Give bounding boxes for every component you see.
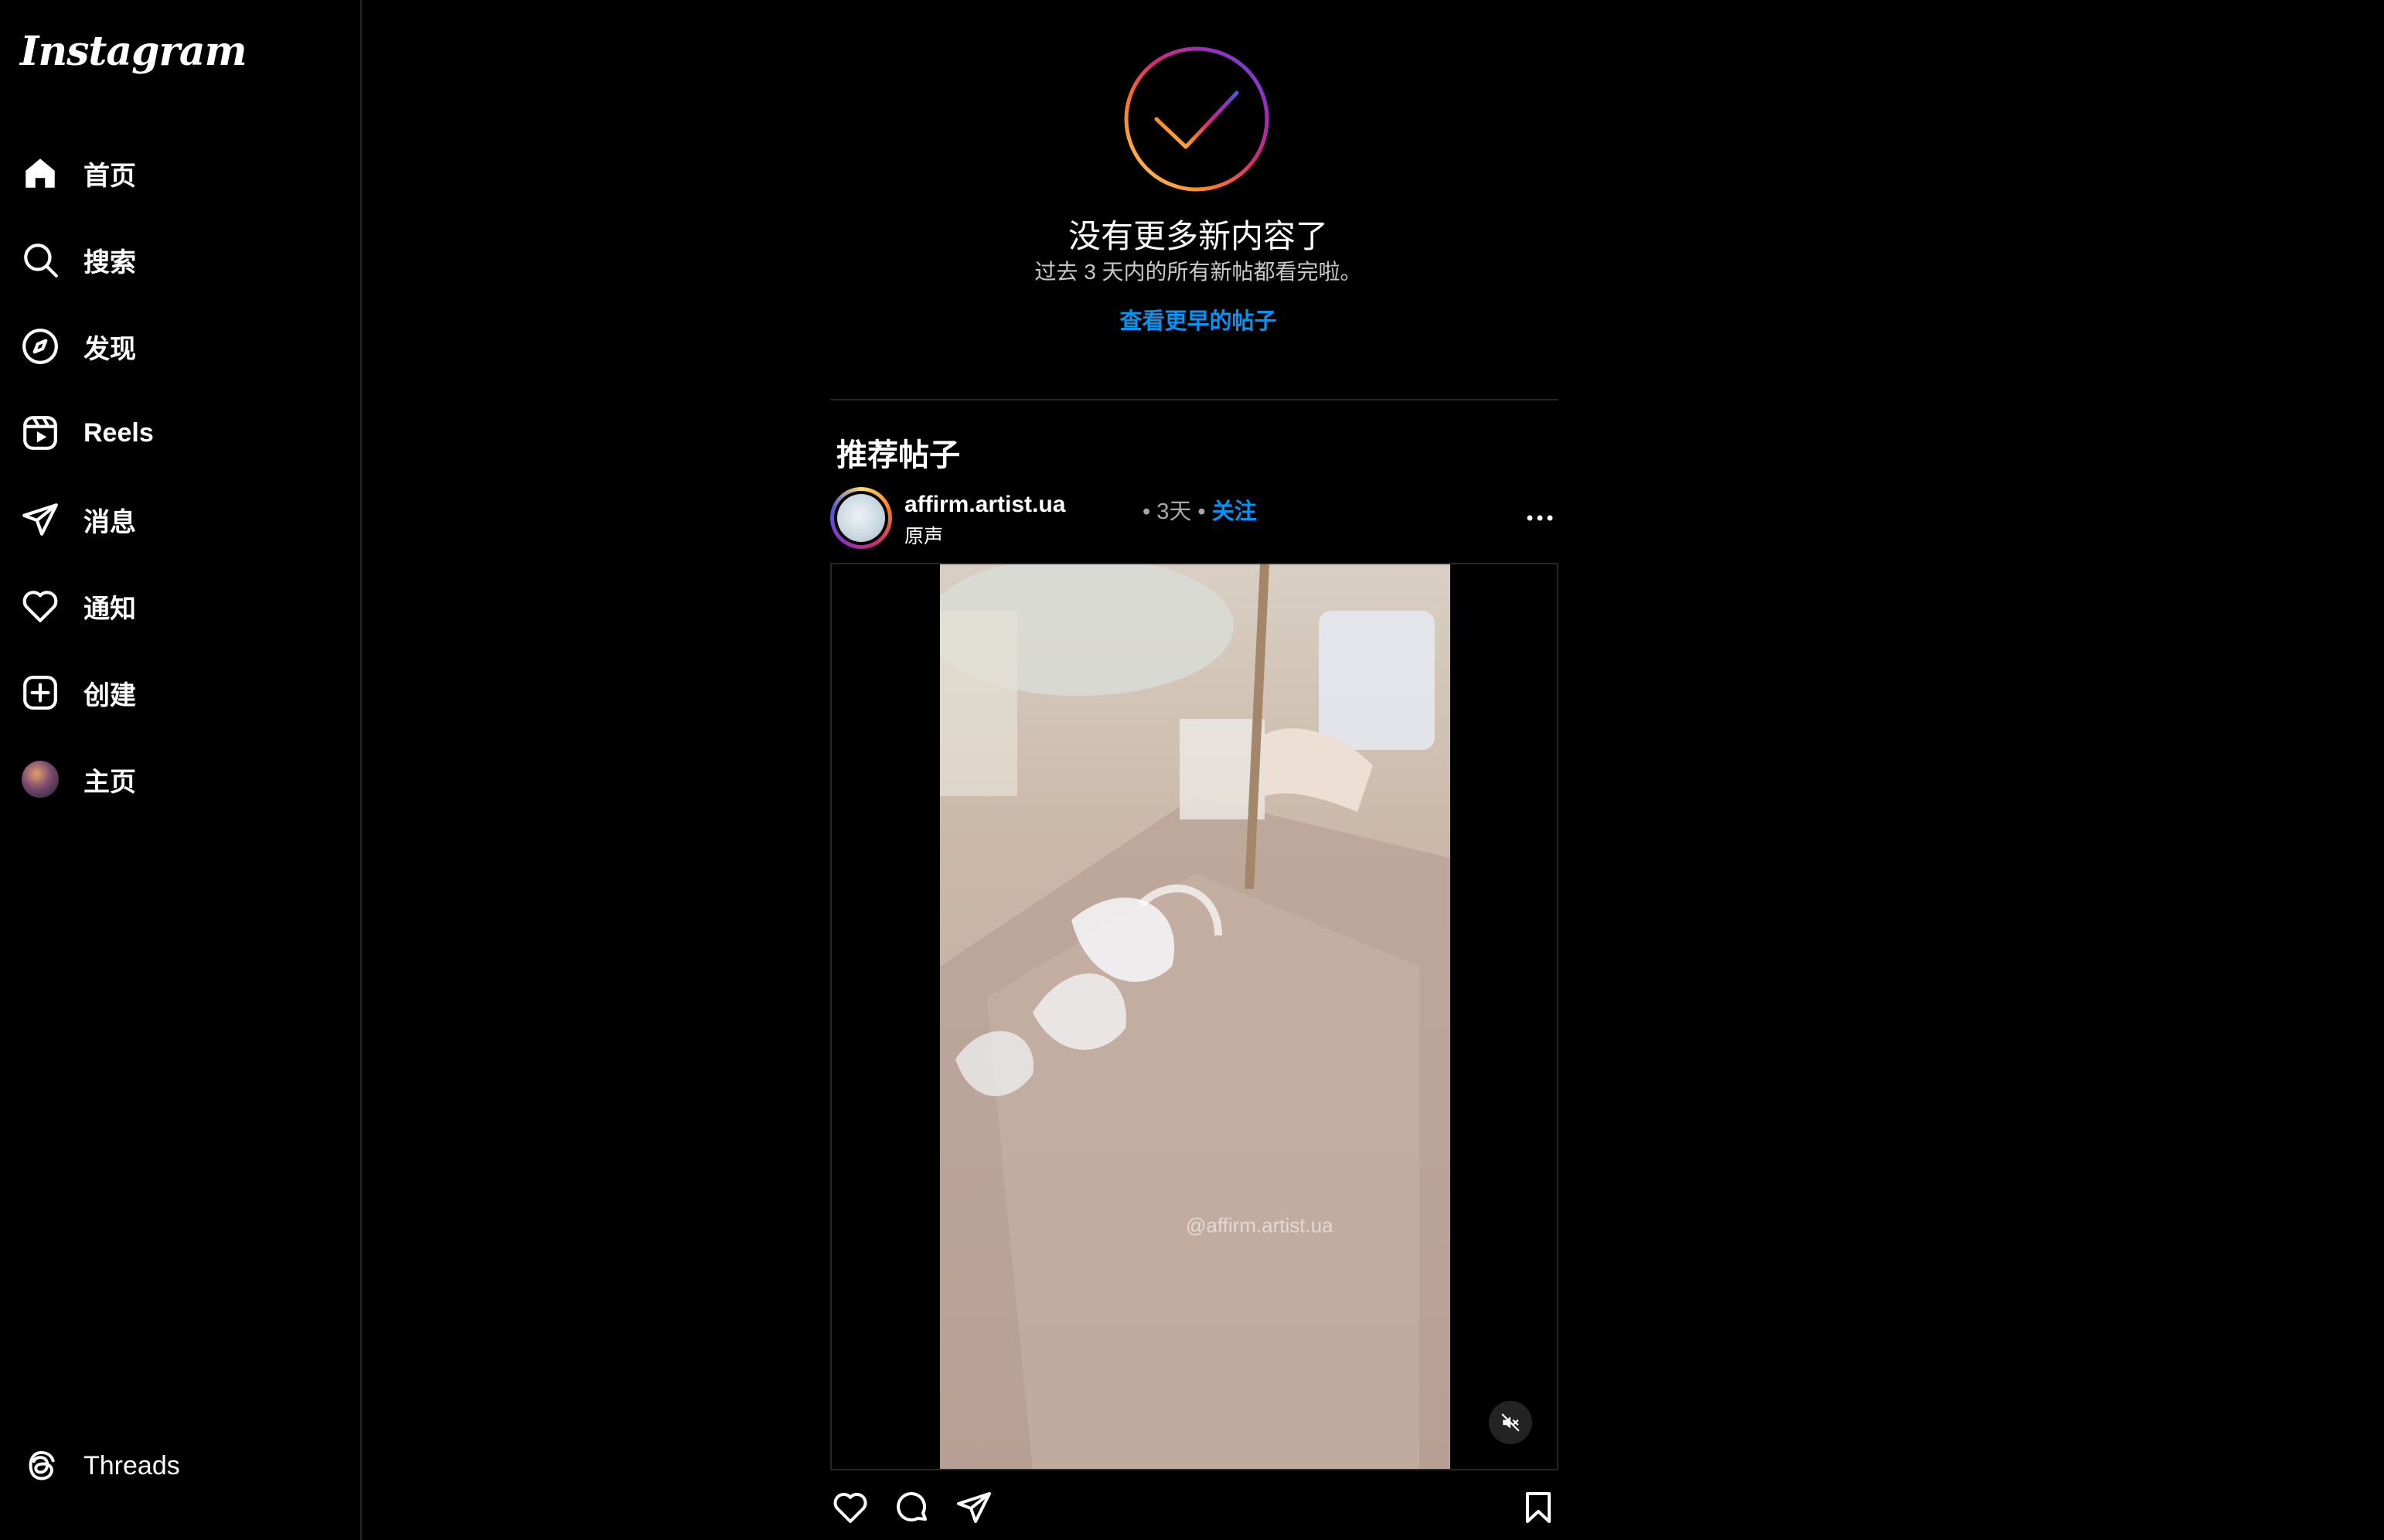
follow-button[interactable]: 关注 [1212,499,1257,524]
caught-up-title: 没有更多新内容了 [1068,218,1328,254]
post-time: 3天 [1156,499,1192,524]
more-options-icon[interactable] [1521,504,1558,532]
checkmark-circle-icon [1124,46,1269,192]
mute-button[interactable] [1489,1401,1532,1444]
post-actions [830,1487,1558,1531]
caught-up-subtitle: 过去 3 天内的所有新帖都看完啦。 [1034,260,1362,284]
bookmark-icon[interactable] [1518,1487,1558,1528]
share-paper-plane-icon[interactable] [954,1487,994,1528]
comment-icon[interactable] [892,1487,932,1528]
speaker-muted-icon [1501,1413,1520,1432]
suggested-posts-heading: 推荐帖子 [836,438,960,472]
main-feed: 没有更多新内容了 过去 3 天内的所有新帖都看完啦。 查看更早的帖子 推荐帖子 … [0,0,2384,1540]
video-frame-illustration [940,564,1450,1469]
post-meta: • 3天 • 关注 [1143,493,1257,526]
post-audio-label[interactable]: 原声 [904,521,943,549]
post-username[interactable]: affirm.artist.ua [904,492,1065,518]
meta-separator: • [1197,499,1206,524]
like-heart-icon[interactable] [830,1487,870,1528]
video-watermark: @affirm.artist.ua [1186,1214,1333,1237]
view-older-posts-link[interactable]: 查看更早的帖子 [850,303,1546,336]
post-header: affirm.artist.ua • 3天 • 关注 原声 [830,487,1558,550]
meta-separator: • [1143,499,1151,524]
post-avatar[interactable] [830,487,892,549]
divider [830,399,1558,400]
post-video[interactable]: @affirm.artist.ua [940,564,1450,1469]
post-media[interactable]: @affirm.artist.ua [830,563,1558,1470]
